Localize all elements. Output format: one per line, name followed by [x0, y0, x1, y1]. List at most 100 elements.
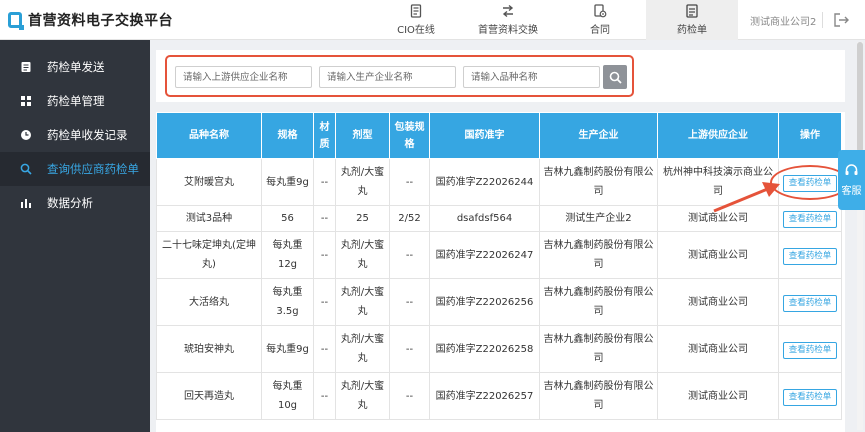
nav-contract[interactable]: 合同 — [554, 0, 646, 40]
column-header: 国药准字 — [429, 112, 540, 159]
main-content: 品种名称 规格 材质 剂型 包装规格 国药准字 生产企业 上游供应企业 操作 艾… — [150, 40, 865, 432]
table-cell: -- — [313, 158, 336, 206]
view-report-button[interactable]: 查看药检单 — [783, 341, 837, 359]
search-button[interactable] — [603, 65, 627, 89]
column-header: 包装规格 — [389, 112, 430, 159]
search-panel — [156, 50, 845, 102]
app-title: 首营资料电子交换平台 — [28, 13, 173, 29]
sidebar-item-report-records[interactable]: 药检单收发记录 — [0, 118, 150, 152]
top-nav: CIO在线 首营资料交换 合同 药检单 — [370, 0, 738, 40]
scrollbar-thumb[interactable] — [857, 42, 863, 152]
table-cell: 吉林九鑫制药股份有限公司 — [539, 158, 658, 206]
table-cell: -- — [313, 205, 336, 232]
column-header: 剂型 — [335, 112, 390, 159]
table-cell: 琥珀安神丸 — [156, 325, 262, 373]
table-cell: -- — [313, 278, 336, 326]
table-cell: -- — [389, 278, 430, 326]
search-icon — [609, 71, 622, 84]
table-cell: 艾附暖宫丸 — [156, 158, 262, 206]
customer-service-label: 客服 — [841, 186, 862, 197]
table-cell: -- — [313, 372, 336, 420]
logout-icon[interactable] — [832, 11, 850, 29]
grid-icon — [21, 96, 31, 106]
exchange-arrows-icon — [502, 4, 514, 18]
table-cell: 每丸重10g — [261, 372, 314, 420]
table-cell: 56 — [261, 205, 314, 232]
app-logo[interactable]: 首营资料电子交换平台 — [8, 10, 173, 30]
annotation-arrow-icon — [713, 182, 780, 213]
bar-chart-icon — [21, 199, 31, 208]
table-row: 琥珀安神丸 每丸重9g -- 丸剂/大蜜丸 -- 国药准字Z22026258 吉… — [156, 325, 842, 373]
table-header-row: 品种名称 规格 材质 剂型 包装规格 国药准字 生产企业 上游供应企业 操作 — [156, 112, 842, 159]
report-table-container: 品种名称 规格 材质 剂型 包装规格 国药准字 生产企业 上游供应企业 操作 艾… — [156, 112, 845, 432]
table-row: 大活络丸 每丸重3.5g -- 丸剂/大蜜丸 -- 国药准字Z22026256 … — [156, 278, 842, 326]
view-report-button[interactable]: 查看药检单 — [783, 294, 837, 312]
supplier-search-input[interactable] — [175, 66, 312, 88]
table-cell: 回天再造丸 — [156, 372, 262, 420]
sidebar-item-manage-report[interactable]: 药检单管理 — [0, 84, 150, 118]
table-cell: 二十七味定坤丸(定坤丸) — [156, 231, 262, 279]
table-cell: 测试3品种 — [156, 205, 262, 232]
column-header: 操作 — [778, 112, 842, 159]
page-scrollbar[interactable] — [857, 42, 863, 430]
sidebar-item-label: 药检单管理 — [47, 94, 105, 108]
table-cell: 国药准字Z22026244 — [429, 158, 540, 206]
table-cell: 国药准字Z22026256 — [429, 278, 540, 326]
table-cell: 2/52 — [389, 205, 430, 232]
sidebar-item-label: 数据分析 — [47, 196, 93, 210]
nav-inspection-report[interactable]: 药检单 — [646, 0, 738, 40]
table-cell: -- — [389, 372, 430, 420]
nav-label: 首营资料交换 — [478, 25, 538, 36]
table-cell: 国药准字Z22026247 — [429, 231, 540, 279]
supplier-report-table: 品种名称 规格 材质 剂型 包装规格 国药准字 生产企业 上游供应企业 操作 艾… — [156, 112, 842, 420]
table-cell: 每丸重9g — [261, 325, 314, 373]
column-header: 规格 — [261, 112, 314, 159]
company-name[interactable]: 测试商业公司2 — [750, 13, 816, 28]
table-cell: 查看药检单 — [778, 231, 842, 279]
table-cell: 每丸重9g — [261, 158, 314, 206]
table-cell: 查看药检单 — [778, 372, 842, 420]
sidebar-item-label: 药检单收发记录 — [47, 128, 128, 142]
table-cell: -- — [313, 325, 336, 373]
table-cell: 吉林九鑫制药股份有限公司 — [539, 231, 658, 279]
nav-first-exchange[interactable]: 首营资料交换 — [462, 0, 554, 40]
table-cell: 测试商业公司 — [657, 372, 779, 420]
view-report-button[interactable]: 查看药检单 — [783, 247, 837, 265]
header-divider — [822, 12, 823, 28]
column-header: 生产企业 — [539, 112, 658, 159]
nav-label: CIO在线 — [397, 25, 435, 36]
table-cell: dsafdsf564 — [429, 205, 540, 232]
manufacturer-search-input[interactable] — [319, 66, 456, 88]
sidebar-item-query-supplier-report[interactable]: 查询供应商药检单 — [0, 152, 150, 186]
table-cell: 丸剂/大蜜丸 — [335, 278, 390, 326]
customer-service-tab[interactable]: 客服 — [838, 150, 865, 210]
table-row: 回天再造丸 每丸重10g -- 丸剂/大蜜丸 -- 国药准字Z22026257 … — [156, 372, 842, 420]
top-bar: 首营资料电子交换平台 CIO在线 首营资料交换 合同 药检单 测试商业公司2 — [0, 0, 865, 40]
table-cell: 测试商业公司 — [657, 278, 779, 326]
nav-label: 合同 — [590, 25, 610, 36]
column-header: 材质 — [313, 112, 336, 159]
table-row: 二十七味定坤丸(定坤丸) 每丸重12g -- 丸剂/大蜜丸 -- 国药准字Z22… — [156, 231, 842, 279]
nav-cio-online[interactable]: CIO在线 — [370, 0, 462, 40]
sidebar-item-data-analysis[interactable]: 数据分析 — [0, 186, 150, 220]
table-cell: 丸剂/大蜜丸 — [335, 231, 390, 279]
view-report-button[interactable]: 查看药检单 — [783, 211, 837, 228]
search-icon — [20, 163, 32, 175]
sidebar-item-label: 药检单发送 — [47, 60, 105, 74]
sidebar-item-label: 查询供应商药检单 — [47, 162, 139, 176]
table-cell: 查看药检单 — [778, 325, 842, 373]
document-icon — [410, 4, 422, 18]
variety-search-input[interactable] — [463, 66, 600, 88]
table-cell: 丸剂/大蜜丸 — [335, 372, 390, 420]
table-cell: 大活络丸 — [156, 278, 262, 326]
sidebar-item-send-report[interactable]: 药检单发送 — [0, 50, 150, 84]
view-report-button[interactable]: 查看药检单 — [783, 388, 837, 406]
table-cell: 每丸重3.5g — [261, 278, 314, 326]
table-cell: 每丸重12g — [261, 231, 314, 279]
table-cell: 国药准字Z22026258 — [429, 325, 540, 373]
clipboard-icon — [21, 62, 31, 72]
table-cell: 丸剂/大蜜丸 — [335, 158, 390, 206]
table-cell: 测试商业公司 — [657, 231, 779, 279]
table-cell: 测试商业公司 — [657, 325, 779, 373]
column-header: 上游供应企业 — [657, 112, 779, 159]
